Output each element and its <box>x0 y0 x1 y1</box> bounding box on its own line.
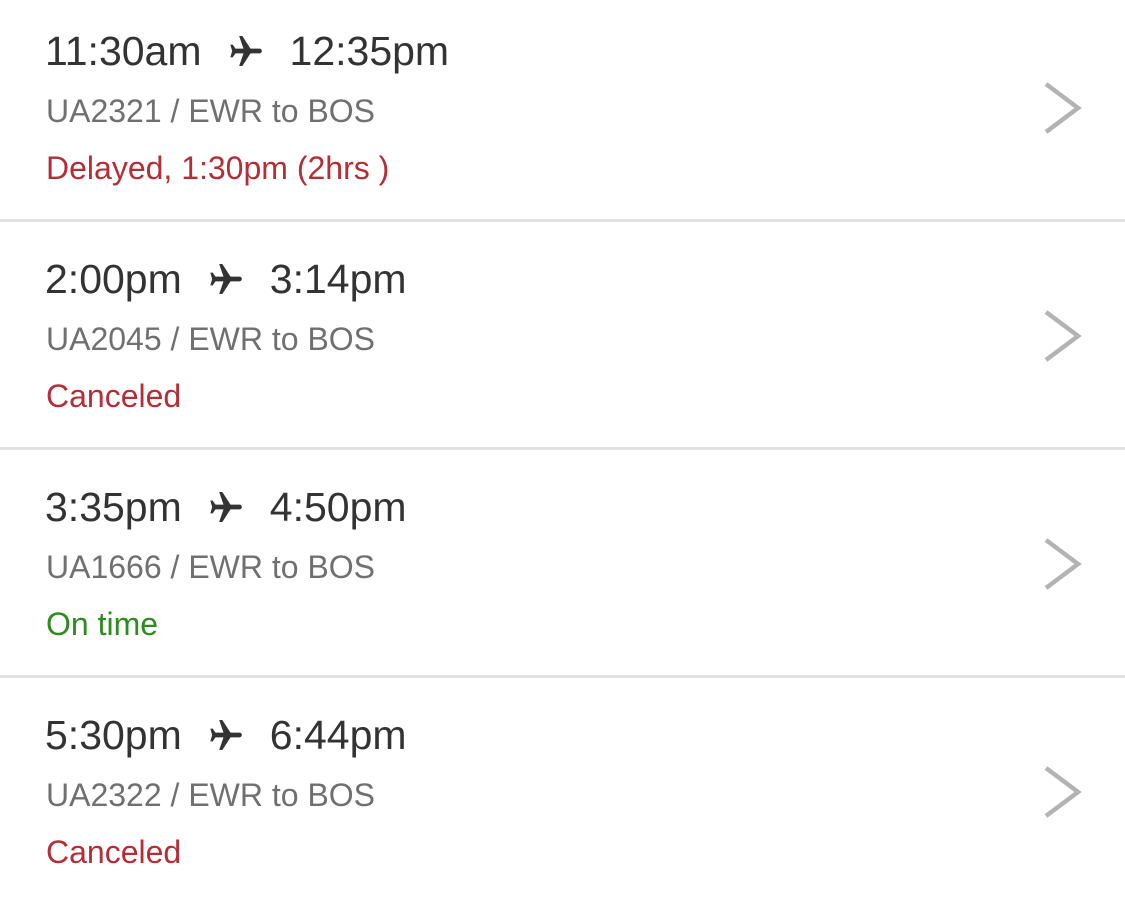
flight-number-route: UA2321 / EWR to BOS <box>46 93 376 129</box>
chevron-right-icon[interactable] <box>1040 80 1084 136</box>
flight-status: Delayed, 1:30pm (2hrs ) <box>46 150 390 186</box>
flight-list: 11:30am 12:35pm UA2321 / EWR to BOS Dela… <box>0 0 1125 899</box>
airplane-icon <box>226 31 266 71</box>
flight-times: 3:35pm 4:50pm <box>45 482 407 532</box>
flight-times: 5:30pm 6:44pm <box>45 710 407 760</box>
arrival-time: 3:14pm <box>269 255 407 302</box>
flight-row[interactable]: 2:00pm 3:14pm UA2045 / EWR to BOS Cancel… <box>0 228 1125 450</box>
flight-status: On time <box>46 606 159 642</box>
flight-row[interactable]: 11:30am 12:35pm UA2321 / EWR to BOS Dela… <box>0 0 1125 222</box>
departure-time: 11:30am <box>45 27 202 74</box>
flight-row[interactable]: 5:30pm 6:44pm UA2322 / EWR to BOS Cancel… <box>0 684 1125 899</box>
flight-number-route: UA2045 / EWR to BOS <box>46 321 376 357</box>
airplane-icon <box>206 715 246 755</box>
airplane-icon <box>206 259 246 299</box>
departure-time: 2:00pm <box>45 255 182 302</box>
arrival-time: 12:35pm <box>289 27 450 74</box>
arrival-time: 4:50pm <box>269 483 407 530</box>
flight-number-route: UA1666 / EWR to BOS <box>46 549 376 585</box>
chevron-right-icon[interactable] <box>1040 536 1084 592</box>
flight-row[interactable]: 3:35pm 4:50pm UA1666 / EWR to BOS On tim… <box>0 456 1125 678</box>
chevron-right-icon[interactable] <box>1040 764 1084 820</box>
airplane-icon <box>206 487 246 527</box>
flight-times: 2:00pm 3:14pm <box>45 254 407 304</box>
departure-time: 5:30pm <box>45 711 182 758</box>
departure-time: 3:35pm <box>45 483 182 530</box>
arrival-time: 6:44pm <box>269 711 407 758</box>
chevron-right-icon[interactable] <box>1040 308 1084 364</box>
flight-status: Canceled <box>46 378 182 414</box>
flight-number-route: UA2322 / EWR to BOS <box>46 777 376 813</box>
flight-status: Canceled <box>46 834 182 870</box>
flight-times: 11:30am 12:35pm <box>45 26 449 76</box>
